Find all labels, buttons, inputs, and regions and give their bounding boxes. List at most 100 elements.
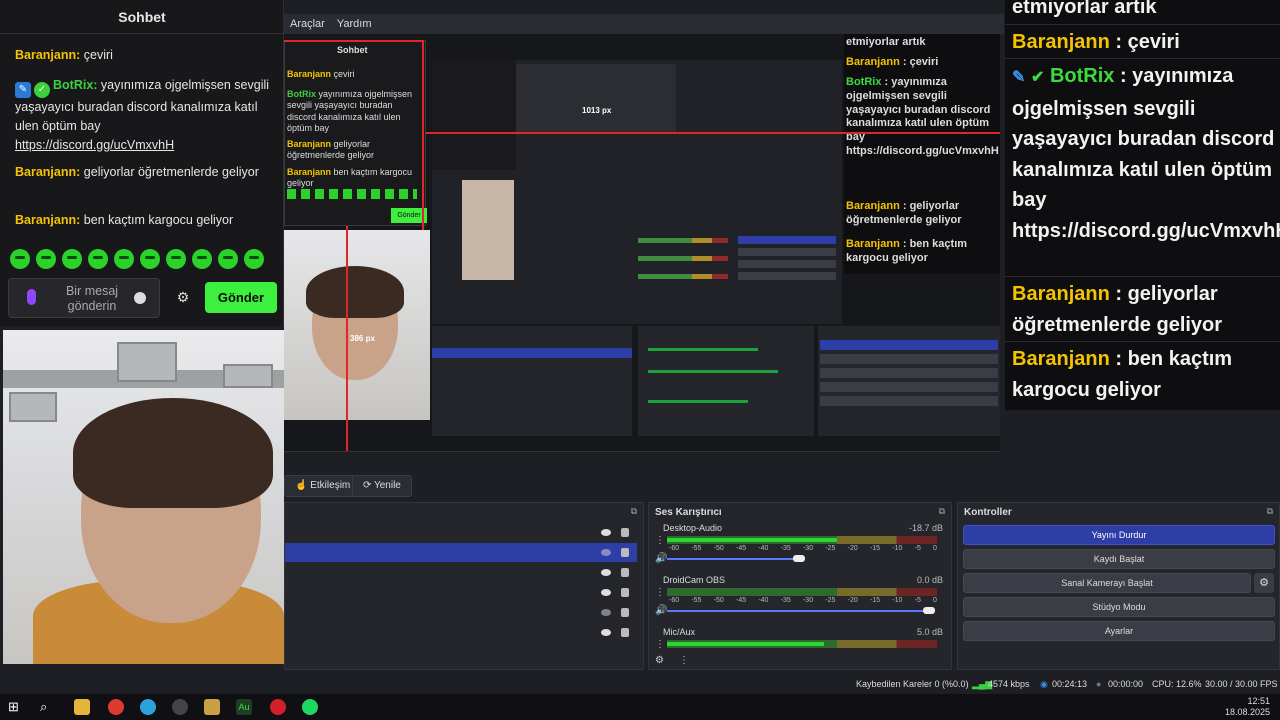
volume-slider[interactable] <box>667 610 929 612</box>
interact-button[interactable]: ☝ Etkileşim <box>284 475 362 497</box>
chat-username[interactable]: Baranjann <box>15 213 76 227</box>
right-chat-message: Baranjann : geliyorlar öğretmenlerde gel… <box>1012 283 1223 336</box>
popout-icon[interactable]: ⧉ <box>1267 506 1273 517</box>
nested-control <box>820 368 998 378</box>
popout-icon[interactable]: ⧉ <box>939 506 945 517</box>
eye-hidden-icon[interactable] <box>601 549 611 556</box>
studio-mode-button[interactable]: Stüdyo Modu <box>963 597 1275 617</box>
emote-icon[interactable] <box>88 249 108 269</box>
start-virtual-camera-button[interactable]: Sanal Kamerayı Başlat <box>963 573 1251 593</box>
discord-link[interactable]: https://discord.gg/ucVmxvhH <box>15 138 174 152</box>
lock-icon[interactable] <box>621 608 629 617</box>
mixer-menu-icon[interactable]: ⋮ <box>679 655 689 666</box>
chat-input[interactable]: Bir mesaj gönderin <box>8 278 160 318</box>
clock[interactable]: 12:51 18.08.2025 <box>1225 696 1270 718</box>
channel-menu-icon[interactable]: ⋮ <box>655 535 665 546</box>
emote-icon[interactable] <box>244 249 264 269</box>
eye-hidden-icon[interactable] <box>601 609 611 616</box>
emote-icon[interactable] <box>36 249 56 269</box>
scale-tick: -55 <box>691 597 702 604</box>
menu-help[interactable]: Yardım <box>337 18 372 30</box>
emoji-icon[interactable] <box>134 292 146 304</box>
chat-message: Baranjann: çeviri <box>15 48 113 62</box>
file-explorer-icon[interactable] <box>74 699 90 715</box>
source-row[interactable] <box>285 543 637 562</box>
source-row[interactable] <box>285 523 637 542</box>
windows-start-icon[interactable]: ⊞ <box>8 699 24 715</box>
telegram-icon[interactable] <box>140 699 156 715</box>
emote-icon[interactable] <box>218 249 238 269</box>
chat-settings-gear-icon[interactable]: ⚙ <box>176 290 190 304</box>
source-row[interactable] <box>285 583 637 602</box>
emote-icon[interactable] <box>62 249 82 269</box>
fps: 30.00 / 30.00 FPS <box>1205 679 1278 689</box>
opera-icon[interactable] <box>270 699 286 715</box>
eye-icon[interactable] <box>601 529 611 536</box>
lock-icon[interactable] <box>621 528 629 537</box>
obs-preview[interactable]: Sohbet Baranjann çeviri BotRix yayınımız… <box>284 34 1000 452</box>
lock-icon[interactable] <box>621 628 629 637</box>
audition-icon[interactable]: Au <box>236 699 252 715</box>
scale-tick: -45 <box>735 545 747 552</box>
chat-username[interactable]: BotRix <box>53 78 93 92</box>
obs-icon[interactable] <box>172 699 188 715</box>
chat-username[interactable]: Baranjann <box>15 48 76 62</box>
channel-menu-icon[interactable]: ⋮ <box>655 639 665 650</box>
volume-slider[interactable] <box>667 558 799 560</box>
eye-icon[interactable] <box>601 629 611 636</box>
mixer-level <box>667 642 824 646</box>
nested-meter <box>638 256 728 261</box>
mixer-channel-name: DroidCam OBS <box>663 575 726 585</box>
eye-icon[interactable] <box>601 569 611 576</box>
preview-toolbar: ☝ Etkileşim ⟳ Yenile <box>284 471 1280 501</box>
volume-knob[interactable] <box>923 607 935 614</box>
nested-right-msg: Baranjann : geliyorlar öğretmenlerde gel… <box>846 200 962 226</box>
scale-tick: -15 <box>869 545 881 552</box>
search-icon[interactable]: ⌕ <box>40 699 56 715</box>
emote-icon[interactable] <box>140 249 160 269</box>
clock-date: 18.08.2025 <box>1224 707 1270 717</box>
source-row[interactable] <box>285 603 637 622</box>
emote-icon[interactable] <box>10 249 30 269</box>
scale-tick: 0 <box>933 545 937 552</box>
nested-level <box>648 370 778 373</box>
sources-dock: ⧉ <box>284 502 644 670</box>
nested-control <box>820 396 998 406</box>
channel-menu-icon[interactable]: ⋮ <box>655 587 665 598</box>
speaker-icon[interactable]: 🔊 <box>655 553 667 564</box>
lock-icon[interactable] <box>621 548 629 557</box>
chat-username[interactable]: Baranjann <box>15 165 76 179</box>
winrar-icon[interactable] <box>204 699 220 715</box>
virtual-camera-settings-gear-icon[interactable]: ⚙ <box>1254 573 1274 593</box>
emote-icon[interactable] <box>192 249 212 269</box>
nested-meter <box>638 274 728 279</box>
chrome-icon[interactable] <box>108 699 124 715</box>
verified-badge-icon: ✔ <box>1030 69 1045 86</box>
eye-icon[interactable] <box>601 589 611 596</box>
chat-text: geliyorlar öğretmenlerde geliyor <box>80 165 259 179</box>
emote-icon[interactable] <box>166 249 186 269</box>
microphone-icon[interactable] <box>27 289 36 305</box>
settings-button[interactable]: Ayarlar <box>963 621 1275 641</box>
refresh-button[interactable]: ⟳ Yenile <box>352 475 412 497</box>
popout-icon[interactable]: ⧉ <box>631 506 637 517</box>
stream-icon: ◉ <box>1040 679 1048 689</box>
scale-tick: -10 <box>892 597 903 604</box>
mixer-channel-name: Desktop-Audio <box>663 523 723 533</box>
mixer-scale: -60 -55 -50 -45 -40 -35 -30 -25 -20 -15 -10 -5 0 <box>669 545 937 552</box>
emote-icon[interactable] <box>114 249 134 269</box>
speaker-icon[interactable]: 🔊 <box>655 605 667 616</box>
mixer-settings-gear-icon[interactable]: ⚙ <box>655 655 664 666</box>
spotify-icon[interactable] <box>302 699 318 715</box>
nested-level <box>648 400 748 403</box>
source-row[interactable] <box>285 623 637 642</box>
start-recording-button[interactable]: Kaydı Başlat <box>963 549 1275 569</box>
lock-icon[interactable] <box>621 588 629 597</box>
stop-stream-button[interactable]: Yayını Durdur <box>963 525 1275 545</box>
menu-tools[interactable]: Araçlar <box>290 18 325 30</box>
source-row[interactable] <box>285 563 637 582</box>
lock-icon[interactable] <box>621 568 629 577</box>
send-button[interactable]: Gönder <box>205 282 277 313</box>
scale-tick: -55 <box>691 545 702 552</box>
volume-knob[interactable] <box>793 555 805 562</box>
